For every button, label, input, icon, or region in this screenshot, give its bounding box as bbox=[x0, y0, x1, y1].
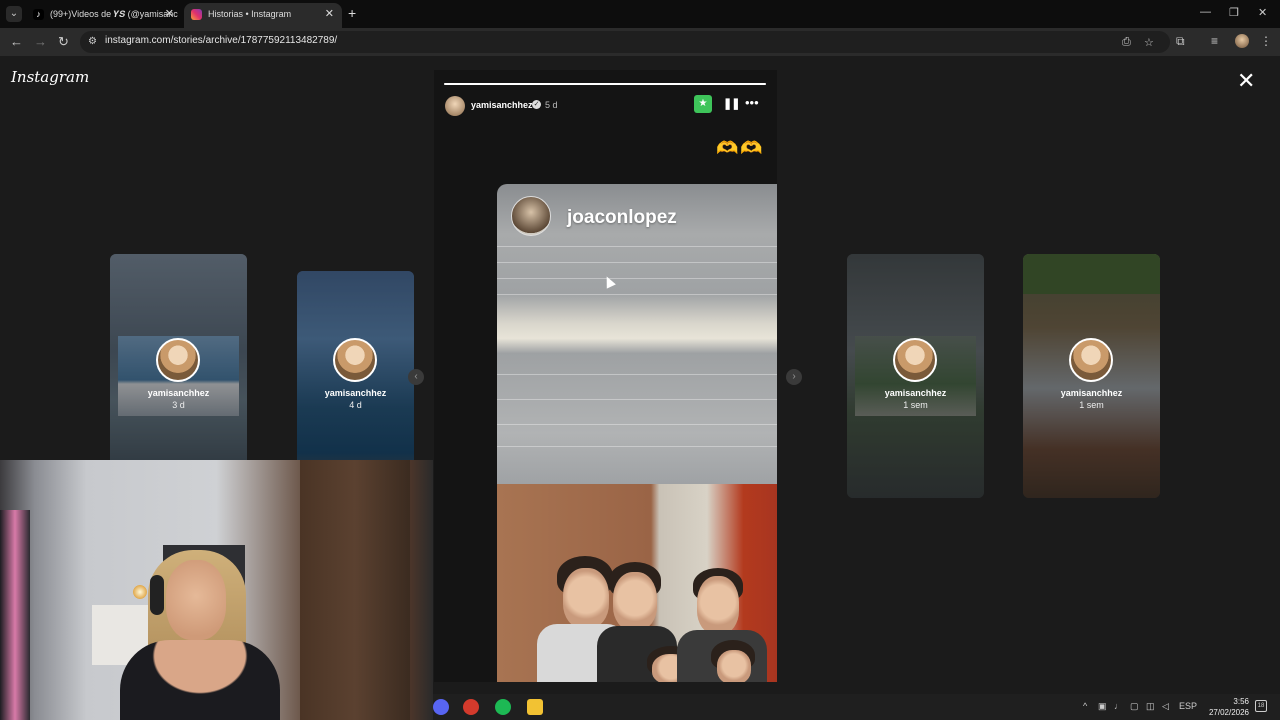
discord-icon[interactable] bbox=[433, 699, 449, 715]
headset bbox=[150, 575, 164, 615]
spotify-icon[interactable] bbox=[495, 699, 511, 715]
blind-slat bbox=[497, 399, 777, 400]
extensions-icon[interactable]: ⧉ bbox=[1176, 34, 1185, 49]
close-friends-star-icon[interactable]: ★ bbox=[694, 95, 712, 113]
clock[interactable]: 3:56 27/02/2026 bbox=[1203, 696, 1249, 718]
tray-app-icon[interactable]: ▣ bbox=[1098, 701, 1107, 712]
minimize-icon[interactable]: — bbox=[1200, 6, 1211, 18]
avatar bbox=[156, 338, 200, 382]
notifications-icon[interactable]: 18 bbox=[1255, 700, 1267, 712]
blind-slat bbox=[497, 446, 777, 447]
back-icon[interactable]: ← bbox=[10, 34, 23, 49]
webcam-overlay bbox=[0, 460, 433, 720]
restore-icon[interactable]: ❐ bbox=[1229, 6, 1239, 19]
story-progress-bar bbox=[444, 83, 766, 85]
thumbnail-age: 4 d bbox=[349, 400, 362, 410]
avatar bbox=[1069, 338, 1113, 382]
profile-avatar[interactable] bbox=[1235, 34, 1249, 48]
thumbnail-username: yamisanchhez bbox=[1060, 388, 1123, 398]
close-tab-icon[interactable]: ✕ bbox=[325, 3, 334, 25]
story-thumbnail[interactable]: yamisanchhez 1 sem bbox=[847, 254, 984, 498]
heart-hands-sticker: 🫶🫶 bbox=[716, 138, 765, 158]
clock-date: 27/02/2026 bbox=[1208, 708, 1249, 717]
tab-title: (99+)Videos de 𝒀𝑺 (@yamisanc bbox=[50, 9, 178, 19]
kebab-menu-icon[interactable]: ⋮ bbox=[1260, 34, 1272, 48]
blind-slat bbox=[497, 246, 777, 247]
blind-slat bbox=[497, 424, 777, 425]
person-face bbox=[697, 576, 739, 634]
avatar bbox=[893, 338, 937, 382]
streamer-face bbox=[166, 560, 226, 640]
story-thumbnail[interactable]: yamisanchhez 1 sem bbox=[1023, 254, 1160, 498]
tray-device-icon[interactable]: ▢ bbox=[1130, 701, 1139, 712]
instagram-icon bbox=[191, 9, 202, 20]
volume-icon[interactable]: ◁ bbox=[1162, 701, 1169, 712]
reload-icon[interactable]: ↻ bbox=[58, 34, 69, 50]
tab-tiktok[interactable]: ♪ (99+)Videos de 𝒀𝑺 (@yamisanc ✕ bbox=[26, 3, 182, 28]
person-face bbox=[717, 650, 751, 682]
more-options-icon[interactable]: ••• bbox=[745, 95, 759, 110]
blind-slat bbox=[497, 374, 777, 375]
thumbnail-age: 1 sem bbox=[1079, 400, 1104, 410]
tab-instagram[interactable]: Historias • Instagram ✕ bbox=[184, 3, 342, 28]
new-tab-icon[interactable]: + bbox=[348, 5, 356, 21]
person-face bbox=[563, 568, 609, 628]
address-bar[interactable]: ⚙ instagram.com/stories/archive/17877592… bbox=[80, 31, 1170, 53]
shared-story-image: joaconlopez bbox=[497, 184, 777, 682]
install-app-icon[interactable]: ⎙ bbox=[1122, 36, 1131, 49]
thumbnail-age: 3 d bbox=[172, 400, 185, 410]
pause-icon[interactable]: ❚❚ bbox=[723, 97, 740, 110]
thumbnail-age: 1 sem bbox=[903, 400, 928, 410]
media-control-icon[interactable]: ≡ bbox=[1211, 34, 1218, 48]
site-info-icon[interactable]: ⚙ bbox=[88, 36, 99, 47]
previous-story-icon[interactable]: ‹ bbox=[408, 369, 424, 385]
browser-toolbar: ← → ↻ ⚙ instagram.com/stories/archive/17… bbox=[0, 28, 1280, 56]
next-story-icon[interactable]: › bbox=[786, 369, 802, 385]
thumbnail-username: yamisanchhez bbox=[324, 388, 387, 398]
window-close-icon[interactable]: ✕ bbox=[1258, 6, 1267, 19]
bookmark-star-icon[interactable]: ☆ bbox=[1144, 36, 1154, 49]
streamer-body bbox=[120, 640, 280, 720]
windows-taskbar: ^ ▣ ♩ ▢ ◫ ◁ ESP 3:56 27/02/2026 18 bbox=[433, 694, 1280, 720]
blind-slat bbox=[497, 278, 777, 279]
story-viewer[interactable]: yamisanchhez ✓ 5 d ★ ❚❚ ••• 🫶🫶 joaconlop… bbox=[434, 70, 777, 682]
close-tab-icon[interactable]: ✕ bbox=[165, 3, 174, 25]
story-username[interactable]: yamisanchhez bbox=[471, 100, 533, 110]
tab-title: Historias • Instagram bbox=[208, 9, 292, 19]
blind-slat bbox=[497, 262, 777, 263]
story-progress-fill bbox=[444, 83, 766, 85]
url-text[interactable]: instagram.com/stories/archive/1787759211… bbox=[105, 35, 337, 46]
screen: ⌄ ♪ (99+)Videos de 𝒀𝑺 (@yamisanc ✕ Histo… bbox=[0, 0, 1280, 720]
close-stories-icon[interactable]: ✕ bbox=[1237, 70, 1255, 92]
tray-chevron-icon[interactable]: ^ bbox=[1083, 701, 1087, 711]
tab-search-icon[interactable]: ⌄ bbox=[6, 6, 22, 22]
network-icon[interactable]: ◫ bbox=[1146, 701, 1155, 712]
embedded-avatar bbox=[511, 196, 551, 236]
tiktok-icon: ♪ bbox=[33, 9, 44, 20]
browser-tab-bar: ⌄ ♪ (99+)Videos de 𝒀𝑺 (@yamisanc ✕ Histo… bbox=[0, 0, 1280, 28]
story-age: 5 d bbox=[545, 100, 558, 110]
verified-icon: ✓ bbox=[532, 100, 541, 109]
person-face bbox=[613, 572, 657, 630]
chrome-icon[interactable] bbox=[463, 699, 479, 715]
blind-slat bbox=[497, 294, 777, 295]
thumbnail-username: yamisanchhez bbox=[147, 388, 210, 398]
file-explorer-icon[interactable] bbox=[527, 699, 543, 715]
clock-time: 3:56 bbox=[1233, 697, 1249, 706]
gaming-chair bbox=[0, 510, 30, 720]
thumbnail-username: yamisanchhez bbox=[884, 388, 947, 398]
forward-icon[interactable]: → bbox=[34, 34, 47, 49]
story-avatar[interactable] bbox=[445, 96, 465, 116]
microphone-icon[interactable]: ♩ bbox=[1114, 701, 1123, 711]
embedded-username[interactable]: joaconlopez bbox=[567, 207, 677, 229]
wardrobe bbox=[300, 460, 410, 720]
language-indicator[interactable]: ESP bbox=[1179, 701, 1197, 711]
avatar bbox=[333, 338, 377, 382]
instagram-logo[interactable]: Instagram bbox=[11, 68, 89, 86]
lamp bbox=[133, 585, 147, 599]
